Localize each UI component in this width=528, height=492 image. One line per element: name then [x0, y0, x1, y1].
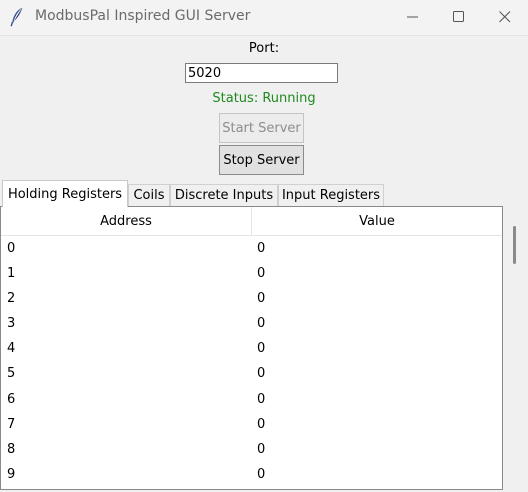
table-row[interactable]: 00	[1, 236, 502, 261]
table-header: Address Value	[1, 207, 502, 236]
table-row[interactable]: 30	[1, 311, 502, 336]
value-cell: 0	[257, 416, 266, 432]
stop-server-button[interactable]: Stop Server	[219, 145, 304, 175]
value-cell: 0	[257, 441, 266, 457]
tab-coils[interactable]: Coils	[128, 184, 170, 206]
table-row[interactable]: 40	[1, 336, 502, 361]
address-cell: 5	[7, 366, 16, 382]
value-cell: 0	[257, 341, 266, 357]
feather-icon	[10, 7, 23, 27]
window-title: ModbusPal Inspired GUI Server	[35, 8, 251, 24]
minimize-icon	[407, 16, 418, 18]
register-tabs: Holding Registers Coils Discrete Inputs …	[0, 180, 528, 207]
maximize-icon	[453, 11, 464, 22]
close-icon	[499, 11, 511, 23]
address-cell: 6	[7, 391, 16, 407]
table-row[interactable]: 50	[1, 361, 502, 386]
table-row[interactable]: 90	[1, 462, 502, 487]
status-text: Status: Running	[212, 91, 316, 106]
address-cell: 4	[7, 341, 16, 357]
tab-discrete-inputs[interactable]: Discrete Inputs	[170, 184, 278, 206]
table-row[interactable]: 10	[1, 261, 502, 286]
port-label: Port:	[248, 41, 280, 56]
tab-holding-registers[interactable]: Holding Registers	[2, 180, 128, 207]
minimize-button[interactable]	[390, 0, 436, 34]
scrollbar-thumb[interactable]	[513, 226, 516, 264]
value-cell: 0	[257, 366, 266, 382]
title-bar: ModbusPal Inspired GUI Server	[0, 0, 528, 36]
column-header-value[interactable]: Value	[252, 207, 502, 235]
address-cell: 3	[7, 316, 16, 332]
table-row[interactable]: 70	[1, 412, 502, 437]
value-cell: 0	[257, 241, 266, 256]
tab-input-registers[interactable]: Input Registers	[278, 184, 384, 206]
value-cell: 0	[257, 266, 266, 282]
vertical-scrollbar[interactable]	[503, 206, 528, 490]
close-button[interactable]	[482, 0, 528, 34]
address-cell: 9	[7, 466, 16, 482]
value-cell: 0	[257, 291, 266, 307]
address-cell: 7	[7, 416, 16, 432]
table-row[interactable]: 80	[1, 437, 502, 462]
address-cell: 0	[7, 241, 16, 256]
table-row[interactable]: 20	[1, 286, 502, 311]
address-cell: 2	[7, 291, 16, 307]
value-cell: 0	[257, 316, 266, 332]
start-server-button[interactable]: Start Server	[219, 113, 304, 143]
register-table[interactable]: Address Value 00 10 20 30 40 50 60 70 80…	[0, 206, 503, 490]
table-rows: 00 10 20 30 40 50 60 70 80 90	[1, 236, 502, 487]
address-cell: 1	[7, 266, 16, 282]
table-row[interactable]: 60	[1, 387, 502, 412]
column-header-address[interactable]: Address	[1, 207, 252, 235]
maximize-button[interactable]	[436, 0, 482, 34]
value-cell: 0	[257, 391, 266, 407]
address-cell: 8	[7, 441, 16, 457]
value-cell: 0	[257, 466, 266, 482]
port-input[interactable]	[185, 63, 338, 83]
